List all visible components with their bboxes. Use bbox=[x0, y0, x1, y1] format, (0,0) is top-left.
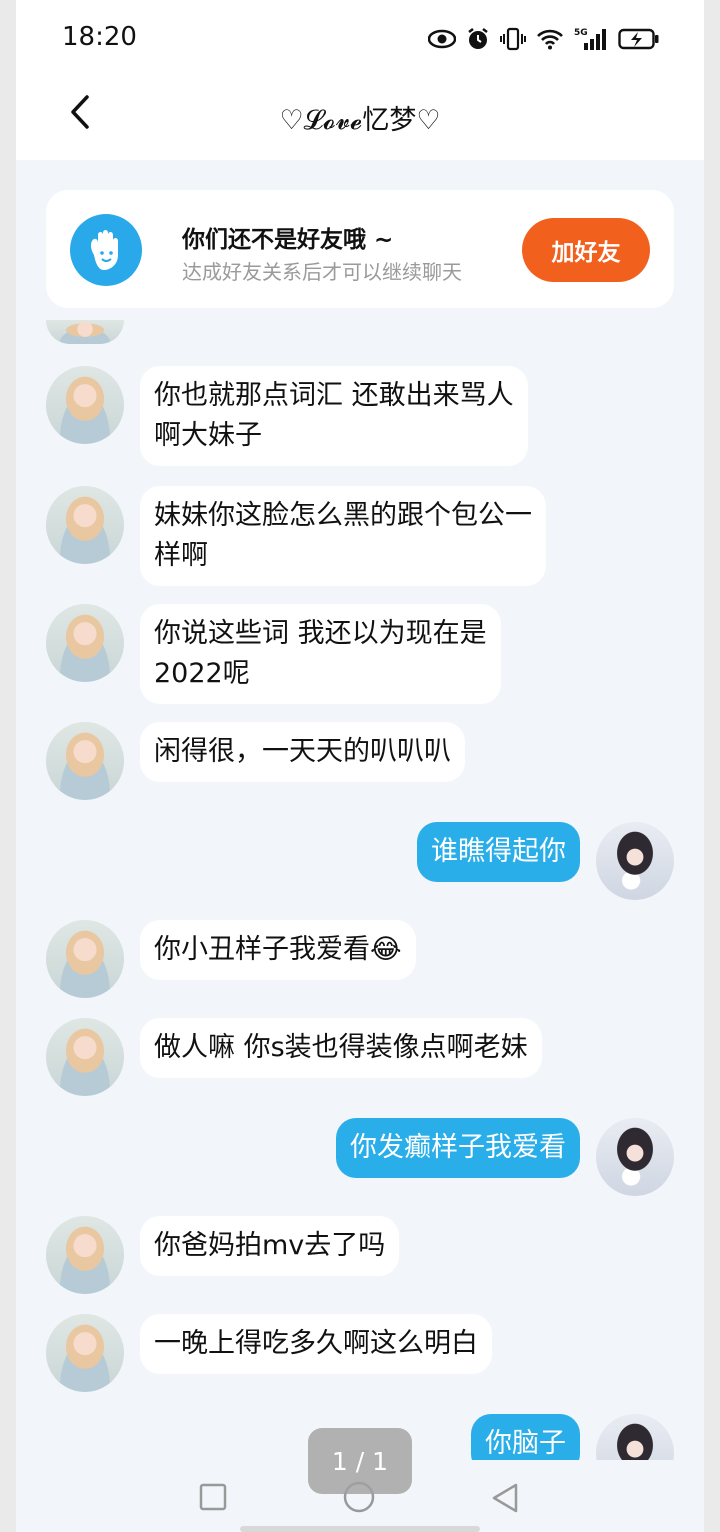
status-bar: 18:20 5G bbox=[16, 0, 704, 78]
add-friend-button[interactable]: 加好友 bbox=[522, 218, 650, 282]
message-line: 啊大妹子 bbox=[154, 420, 262, 451]
avatar[interactable] bbox=[46, 722, 124, 800]
message-line: 谁瞧得起你 bbox=[431, 836, 566, 867]
home-indicator bbox=[240, 1526, 480, 1532]
message-bubble[interactable]: 妹妹你这脸怎么黑的跟个包公一 样啊 bbox=[140, 486, 546, 586]
status-icons: 5G bbox=[428, 24, 660, 54]
avatar[interactable] bbox=[46, 486, 124, 564]
message-bubble[interactable]: 一晚上得吃多久啊这么明白 bbox=[140, 1314, 492, 1374]
message-bubble[interactable]: 做人嘛 你s装也得装像点啊老妹 bbox=[140, 1018, 542, 1078]
friend-request-banner: 你们还不是好友哦 ~ 达成好友关系后才可以继续聊天 加好友 bbox=[46, 190, 674, 308]
avatar[interactable] bbox=[46, 920, 124, 998]
page-indicator: 1 / 1 bbox=[308, 1428, 412, 1494]
avatar[interactable] bbox=[596, 822, 674, 900]
message-line: 你也就那点词汇 还敢出来骂人 bbox=[154, 380, 514, 411]
message-bubble[interactable]: 你说这些词 我还以为现在是 2022呢 bbox=[140, 604, 501, 704]
status-time: 18:20 bbox=[62, 22, 137, 52]
message-bubble[interactable]: 你爸妈拍mv去了吗 bbox=[140, 1216, 400, 1276]
message-line: 你爸妈拍mv去了吗 bbox=[154, 1230, 386, 1261]
chat-header: ♡𝓛𝓸𝓿𝓮忆梦♡ bbox=[16, 78, 704, 160]
message-line: 2022呢 bbox=[154, 658, 250, 689]
alarm-icon bbox=[466, 27, 490, 51]
nav-back-button[interactable] bbox=[490, 1482, 520, 1518]
wifi-icon bbox=[536, 28, 564, 50]
message-line: 闲得很，一天天的叭叭叭 bbox=[154, 736, 451, 767]
square-icon bbox=[198, 1483, 228, 1516]
message-bubble[interactable]: 你也就那点词汇 还敢出来骂人 啊大妹子 bbox=[140, 366, 528, 466]
message-line: 你脑子 bbox=[485, 1428, 566, 1459]
wave-hand-icon bbox=[70, 214, 142, 286]
message-line: 你小丑样子我爱看😂 bbox=[154, 934, 402, 965]
message-bubble[interactable]: 你发癫样子我爱看 bbox=[336, 1118, 580, 1178]
message-bubble[interactable]: 闲得很，一天天的叭叭叭 bbox=[140, 722, 465, 782]
banner-subtitle: 达成好友关系后才可以继续聊天 bbox=[182, 260, 462, 284]
avatar[interactable] bbox=[46, 320, 124, 344]
phone-screen: 18:20 5G ♡𝓛𝓸𝓿𝓮忆梦♡ 你们还不是好友哦 ~ 达成好友关系后才可以继… bbox=[16, 0, 704, 1532]
banner-title: 你们还不是好友哦 ~ bbox=[182, 227, 394, 253]
avatar[interactable] bbox=[46, 1216, 124, 1294]
circle-icon bbox=[342, 1481, 376, 1518]
signal-5g-icon: 5G bbox=[574, 27, 608, 51]
message-line: 你说这些词 我还以为现在是 bbox=[154, 618, 487, 649]
avatar[interactable] bbox=[596, 1118, 674, 1196]
recents-button[interactable] bbox=[198, 1482, 228, 1516]
message-line: 一晚上得吃多久啊这么明白 bbox=[154, 1328, 478, 1359]
vibrate-icon bbox=[500, 27, 526, 51]
avatar[interactable] bbox=[46, 604, 124, 682]
network-label: 5G bbox=[574, 28, 588, 38]
message-line: 妹妹你这脸怎么黑的跟个包公一 bbox=[154, 500, 532, 531]
message-line: 做人嘛 你s装也得装像点啊老妹 bbox=[154, 1032, 528, 1063]
triangle-back-icon bbox=[490, 1483, 520, 1518]
message-line: 你发癫样子我爱看 bbox=[350, 1132, 566, 1163]
avatar[interactable] bbox=[46, 366, 124, 444]
chat-title: ♡𝓛𝓸𝓿𝓮忆梦♡ bbox=[279, 105, 441, 136]
message-bubble[interactable]: 你小丑样子我爱看😂 bbox=[140, 920, 416, 980]
message-bubble[interactable]: 谁瞧得起你 bbox=[417, 822, 580, 882]
avatar[interactable] bbox=[46, 1314, 124, 1392]
message-line: 样啊 bbox=[154, 540, 208, 571]
avatar[interactable] bbox=[46, 1018, 124, 1096]
eye-icon bbox=[428, 29, 456, 49]
battery-charging-icon bbox=[618, 28, 660, 50]
